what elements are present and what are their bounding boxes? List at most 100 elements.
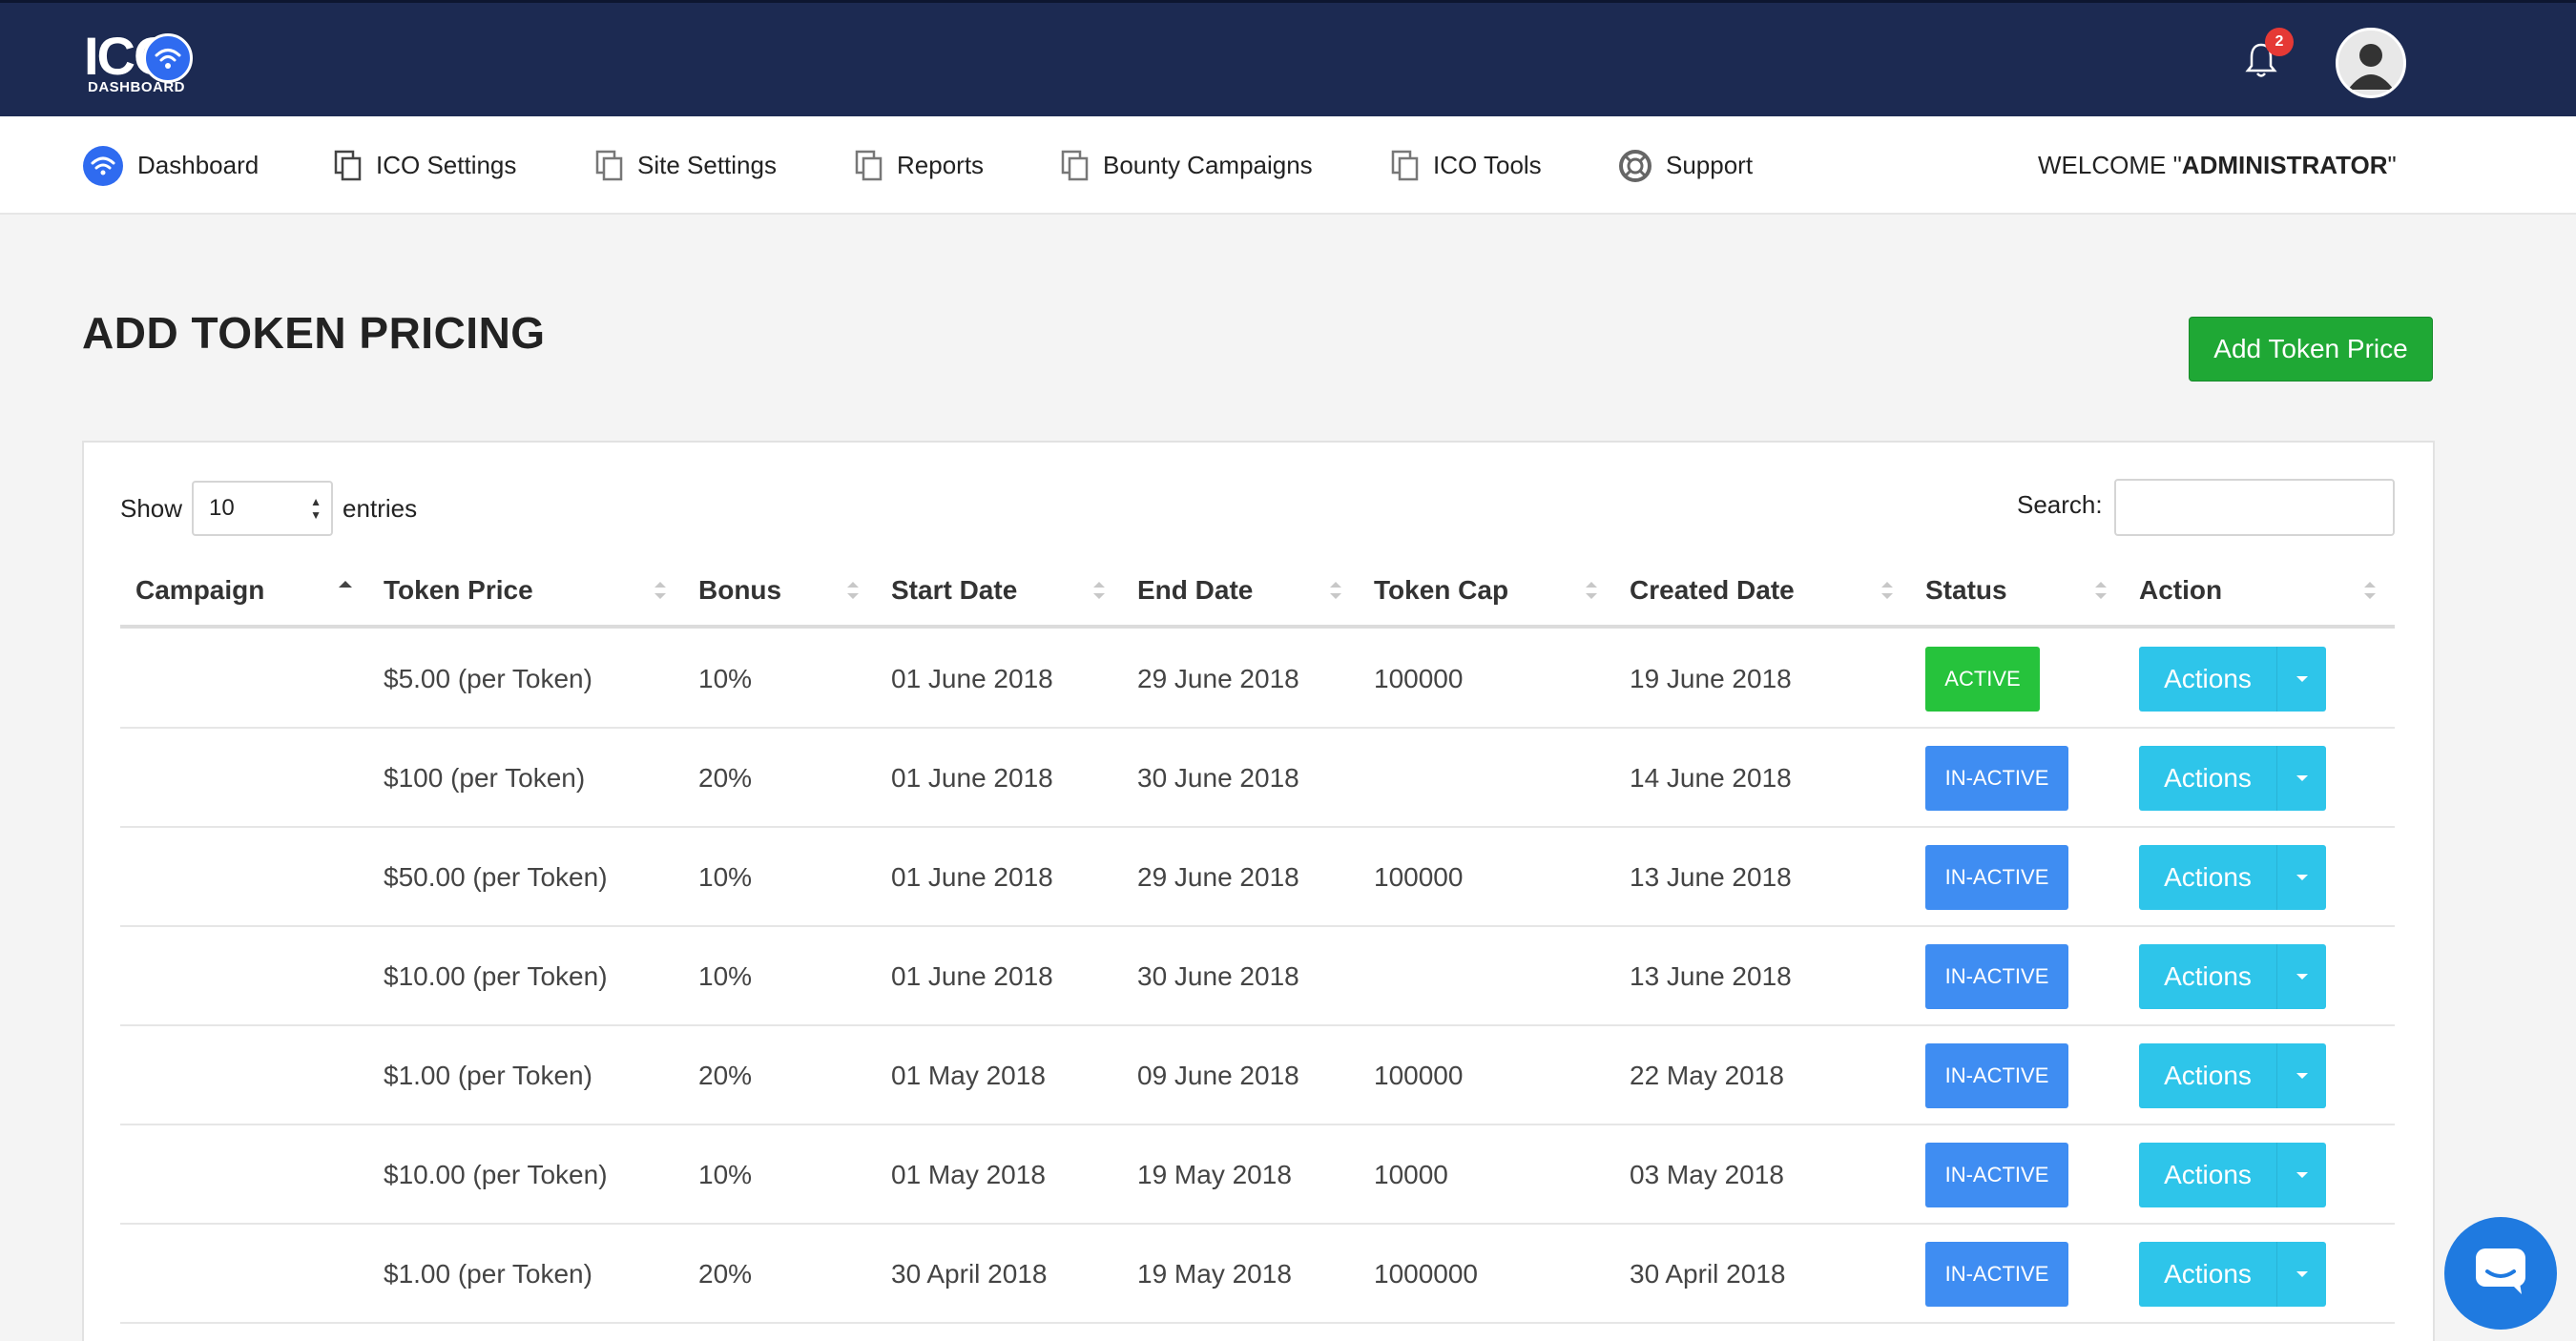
- caret-down-icon: [2276, 746, 2326, 811]
- welcome-suffix: ": [2387, 151, 2397, 179]
- actions-dropdown-button[interactable]: Actions: [2139, 1043, 2326, 1108]
- table-row: $50.00 (per Token) 10% 01 June 2018 29 J…: [120, 828, 2395, 927]
- main-nav: Dashboard ICO Settings Site Settings Rep…: [0, 116, 2576, 215]
- column-header-status[interactable]: Status: [1925, 559, 2007, 622]
- status-badge-active[interactable]: ACTIVE: [1925, 647, 2040, 712]
- actions-dropdown-button[interactable]: Actions: [2139, 647, 2326, 712]
- copy-icon: [334, 150, 363, 182]
- nav-item-reports[interactable]: Reports: [855, 116, 984, 215]
- actions-dropdown-button[interactable]: Actions: [2139, 746, 2326, 811]
- chat-widget-button[interactable]: [2444, 1217, 2557, 1330]
- column-header-bonus[interactable]: Bonus: [698, 559, 781, 622]
- cell-end-date: 19 May 2018: [1137, 1259, 1292, 1289]
- table-row: $5.00 (per Token) 10% 01 June 2018 29 Ju…: [120, 629, 2395, 729]
- column-header-created-date[interactable]: Created Date: [1630, 559, 1795, 622]
- actions-label: Actions: [2164, 1259, 2252, 1289]
- nav-label: Reports: [897, 151, 985, 179]
- sort-icon[interactable]: [2360, 576, 2379, 605]
- cell-bonus: 10%: [698, 1160, 753, 1189]
- cell-start-date: 01 June 2018: [891, 763, 1053, 793]
- sort-icon[interactable]: [843, 576, 862, 605]
- cell-bonus: 10%: [698, 664, 753, 693]
- actions-label: Actions: [2164, 961, 2252, 991]
- nav-item-site-settings[interactable]: Site Settings: [595, 116, 777, 215]
- cell-token-price: $1.00 (per Token): [384, 1259, 592, 1289]
- cell-bonus: 20%: [698, 1259, 753, 1289]
- cell-end-date: 19 May 2018: [1137, 1160, 1292, 1189]
- add-token-price-button[interactable]: Add Token Price: [2189, 317, 2433, 382]
- actions-dropdown-button[interactable]: Actions: [2139, 1242, 2326, 1307]
- cell-created-date: 22 May 2018: [1630, 1061, 1784, 1090]
- cell-token-price: $1.00 (per Token): [384, 1061, 592, 1090]
- cell-end-date: 09 June 2018: [1137, 1061, 1299, 1090]
- entries-select[interactable]: 10 ▲ ▼: [192, 481, 334, 536]
- table-row: $100 (per Token) 20% 01 June 2018 30 Jun…: [120, 729, 2395, 828]
- table-row: $10.00 (per Token) 10% 01 May 2018 19 Ma…: [120, 1125, 2395, 1225]
- sort-icon[interactable]: [1878, 576, 1897, 605]
- cell-start-date: 01 June 2018: [891, 664, 1053, 693]
- caret-down-icon: [2276, 647, 2326, 712]
- page-title: ADD TOKEN PRICING: [82, 308, 546, 358]
- status-badge-inactive[interactable]: IN-ACTIVE: [1925, 746, 2068, 811]
- nav-item-dashboard[interactable]: Dashboard: [82, 116, 259, 215]
- actions-dropdown-button[interactable]: Actions: [2139, 1143, 2326, 1207]
- sort-icon[interactable]: [1090, 576, 1109, 605]
- copy-icon: [1391, 150, 1420, 182]
- cell-end-date: 30 June 2018: [1137, 961, 1299, 991]
- sort-icon[interactable]: [651, 576, 670, 605]
- cell-token-price: $10.00 (per Token): [384, 1160, 608, 1189]
- table-row: $10.00 (per Token) 10% 01 June 2018 30 J…: [120, 927, 2395, 1026]
- status-badge-inactive[interactable]: IN-ACTIVE: [1925, 1143, 2068, 1207]
- actions-dropdown-button[interactable]: Actions: [2139, 944, 2326, 1009]
- table-header-divider: [120, 625, 2395, 629]
- table-row: $1.00 (per Token) 20% 01 May 2018 09 Jun…: [120, 1026, 2395, 1125]
- status-badge-inactive[interactable]: IN-ACTIVE: [1925, 845, 2068, 910]
- sort-icon[interactable]: [2091, 576, 2110, 605]
- status-badge-inactive[interactable]: IN-ACTIVE: [1925, 944, 2068, 1009]
- show-label: Show: [120, 493, 183, 523]
- logo-subtext: DASHBOARD: [88, 79, 185, 95]
- column-header-token-cap[interactable]: Token Cap: [1374, 559, 1508, 622]
- column-header-action[interactable]: Action: [2139, 559, 2222, 622]
- cell-token-price: $100 (per Token): [384, 763, 586, 793]
- cell-created-date: 13 June 2018: [1630, 862, 1792, 892]
- cell-bonus: 20%: [698, 763, 753, 793]
- nav-item-ico-tools[interactable]: ICO Tools: [1391, 116, 1542, 215]
- lifebuoy-icon: [1618, 149, 1652, 183]
- status-badge-inactive[interactable]: IN-ACTIVE: [1925, 1242, 2068, 1307]
- cell-bonus: 10%: [698, 961, 753, 991]
- cell-start-date: 30 April 2018: [891, 1259, 1048, 1289]
- nav-item-bounty-campaigns[interactable]: Bounty Campaigns: [1061, 116, 1313, 215]
- cell-token-price: $10.00 (per Token): [384, 961, 608, 991]
- sort-icon[interactable]: [1326, 576, 1345, 605]
- actions-label: Actions: [2164, 763, 2252, 793]
- nav-label: Site Settings: [637, 151, 777, 179]
- cell-created-date: 13 June 2018: [1630, 961, 1792, 991]
- cell-created-date: 14 June 2018: [1630, 763, 1792, 793]
- sort-ascending-icon[interactable]: [336, 576, 355, 605]
- sort-icon[interactable]: [1582, 576, 1601, 605]
- column-header-token-price[interactable]: Token Price: [384, 559, 533, 622]
- cell-token-cap: 100000: [1374, 664, 1464, 693]
- column-header-campaign[interactable]: Campaign: [135, 559, 264, 622]
- cell-start-date: 01 June 2018: [891, 862, 1053, 892]
- status-badge-inactive[interactable]: IN-ACTIVE: [1925, 1043, 2068, 1108]
- cell-token-price: $5.00 (per Token): [384, 664, 592, 693]
- nav-item-ico-settings[interactable]: ICO Settings: [334, 116, 516, 215]
- cell-created-date: 03 May 2018: [1630, 1160, 1784, 1189]
- cell-token-cap: 100000: [1374, 862, 1464, 892]
- cell-end-date: 30 June 2018: [1137, 763, 1299, 793]
- cell-bonus: 20%: [698, 1061, 753, 1090]
- column-header-end-date[interactable]: End Date: [1137, 559, 1253, 622]
- logo[interactable]: ICO DASHBOARD: [84, 30, 198, 98]
- avatar[interactable]: [2336, 28, 2406, 98]
- caret-down-icon: [2276, 845, 2326, 910]
- nav-item-support[interactable]: Support: [1618, 116, 1753, 215]
- select-arrows-icon: ▲ ▼: [310, 495, 322, 522]
- cell-token-cap: 1000000: [1374, 1259, 1479, 1289]
- nav-label: Bounty Campaigns: [1103, 151, 1313, 179]
- search-input[interactable]: [2114, 479, 2395, 536]
- wifi-icon: [143, 33, 193, 83]
- column-header-start-date[interactable]: Start Date: [891, 559, 1017, 622]
- actions-dropdown-button[interactable]: Actions: [2139, 845, 2326, 910]
